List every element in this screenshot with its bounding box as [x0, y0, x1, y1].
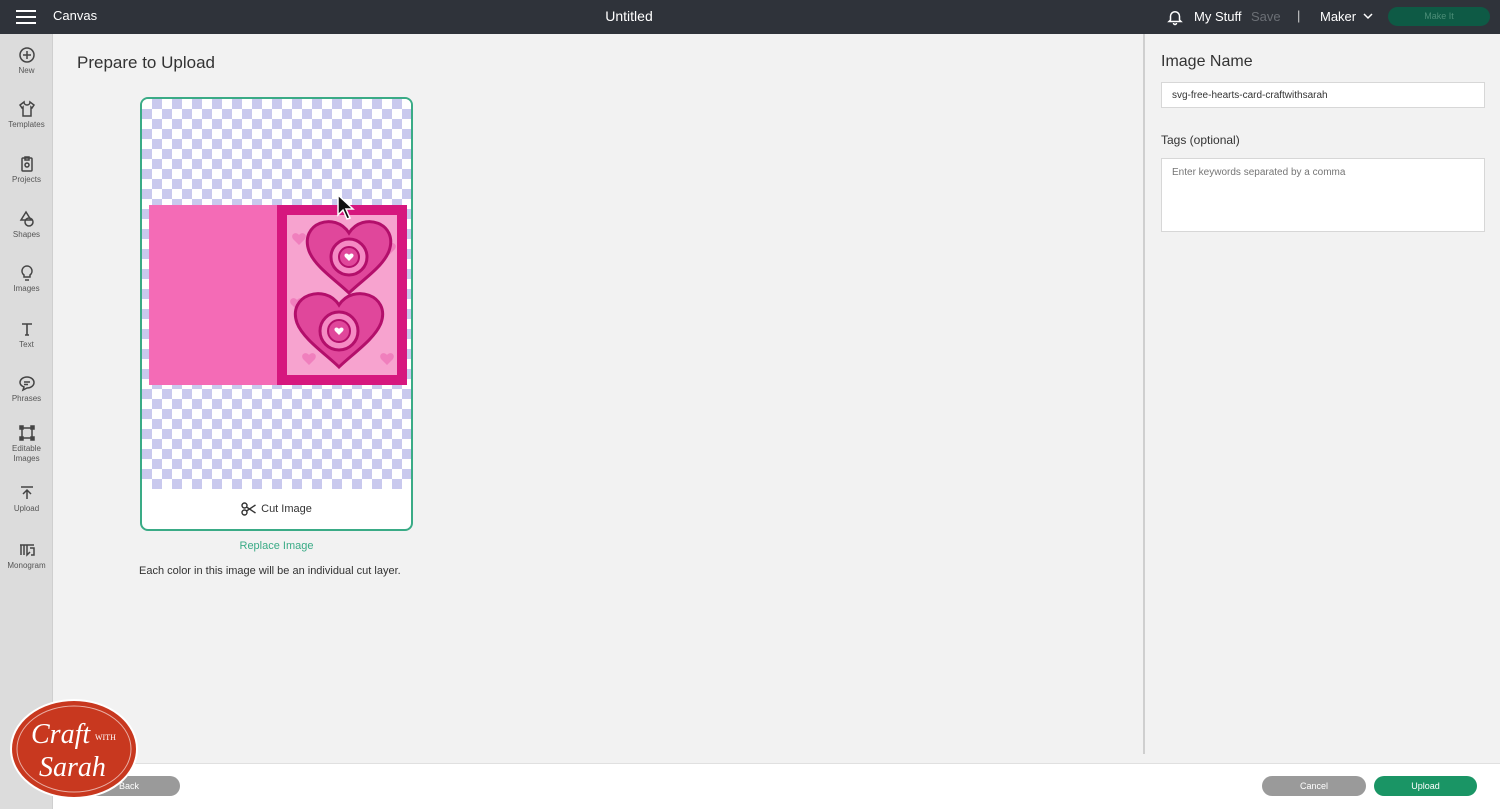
tags-label: Tags (optional)	[1161, 133, 1240, 147]
top-bar: Canvas Untitled My Stuff Save | Maker Ma…	[0, 0, 1500, 34]
make-it-button[interactable]: Make It	[1388, 7, 1490, 26]
sidebar-item-new[interactable]: New	[0, 46, 53, 76]
sidebar-item-label: Editable Images	[12, 444, 41, 463]
sidebar-item-label: Upload	[13, 504, 40, 513]
page-title: Prepare to Upload	[77, 53, 215, 72]
save-button[interactable]: Save	[1251, 9, 1281, 24]
cut-image-row: Cut Image	[142, 489, 411, 529]
editable-images-icon	[18, 425, 35, 441]
cancel-button[interactable]: Cancel	[1262, 776, 1366, 796]
sidebar-item-shapes[interactable]: Shapes	[0, 210, 53, 240]
bell-icon[interactable]	[1166, 8, 1184, 26]
logo-text-sarah: Sarah	[39, 752, 106, 783]
image-preview-card: Cut Image	[140, 97, 413, 531]
sidebar-item-label: New	[18, 66, 35, 75]
replace-image-link[interactable]: Replace Image	[140, 540, 413, 552]
uploaded-image-preview	[149, 205, 407, 385]
panel-divider	[1143, 34, 1145, 754]
sidebar-item-monogram[interactable]: Monogram	[0, 541, 53, 571]
sidebar-item-editable-images[interactable]: Editable Images	[0, 424, 53, 464]
plus-circle-icon	[18, 47, 35, 63]
mouse-cursor-icon	[337, 193, 355, 220]
sidebar-item-label: Images	[13, 284, 40, 293]
cut-image-label: Cut Image	[261, 503, 312, 515]
cut-layer-note: Each color in this image will be an indi…	[139, 565, 401, 577]
image-name-input[interactable]	[1161, 82, 1485, 108]
monogram-icon	[19, 544, 35, 557]
topbar-separator: |	[1297, 8, 1301, 23]
chevron-down-icon[interactable]	[1362, 10, 1374, 22]
sidebar-item-projects[interactable]: Projects	[0, 155, 53, 185]
machine-selector[interactable]: Maker	[1320, 9, 1356, 24]
sidebar-item-label: Phrases	[11, 394, 42, 403]
projects-icon	[20, 156, 33, 172]
logo-text-craft: Craft	[31, 719, 91, 750]
sidebar-item-label: Templates	[8, 120, 45, 129]
upload-button[interactable]: Upload	[1374, 776, 1477, 796]
sidebar-item-phrases[interactable]: Phrases	[0, 374, 53, 404]
craft-with-sarah-logo: Craft WITH Sarah	[10, 699, 138, 799]
sidebar-item-label: Shapes	[12, 230, 41, 239]
speech-bubble-icon	[18, 376, 35, 392]
sidebar: New Templates Projects Shapes Images Tex…	[0, 34, 53, 809]
sidebar-item-label: Monogram	[7, 561, 46, 570]
text-icon	[21, 323, 32, 336]
upload-icon	[20, 486, 33, 499]
tags-input[interactable]	[1161, 158, 1485, 232]
document-title: Untitled	[605, 8, 653, 24]
tshirt-icon	[18, 100, 35, 117]
scissors-icon	[241, 502, 257, 516]
logo-text-with: WITH	[95, 733, 116, 742]
sidebar-item-upload[interactable]: Upload	[0, 484, 53, 514]
sidebar-item-text[interactable]: Text	[0, 320, 53, 350]
sidebar-item-label: Text	[19, 340, 34, 349]
my-stuff-link[interactable]: My Stuff	[1194, 9, 1241, 24]
image-name-label: Image Name	[1161, 53, 1253, 70]
sidebar-item-templates[interactable]: Templates	[0, 100, 53, 130]
sidebar-item-images[interactable]: Images	[0, 264, 53, 294]
lightbulb-icon	[20, 265, 33, 281]
shapes-icon	[19, 210, 34, 227]
sidebar-item-label: Projects	[12, 175, 41, 184]
